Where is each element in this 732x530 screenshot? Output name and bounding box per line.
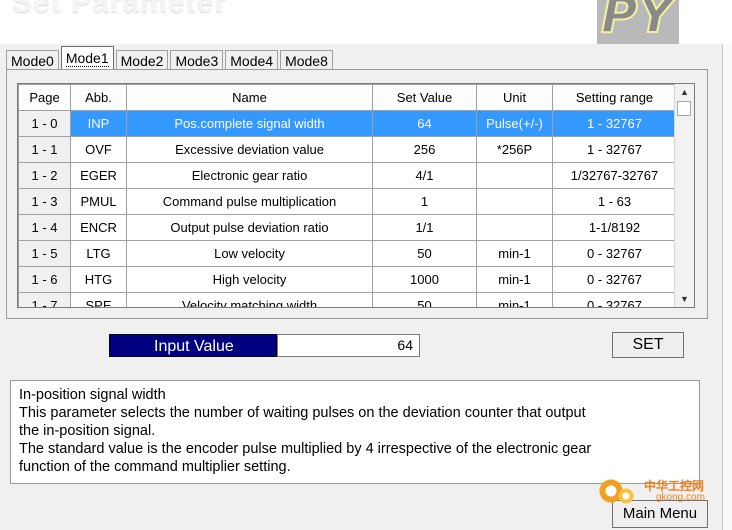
header-abb[interactable]: Abb. xyxy=(70,84,127,111)
tab-mode2[interactable]: Mode2 xyxy=(115,50,169,70)
cell-abb[interactable]: ENCR xyxy=(70,214,127,241)
input-value-field[interactable]: 64 xyxy=(277,334,420,357)
logo-text: PY xyxy=(600,0,675,44)
table-row[interactable]: 1 - 3 PMUL Command pulse multiplication 1 1 … xyxy=(18,188,677,215)
set-button[interactable]: SET xyxy=(612,332,684,358)
cell-name[interactable]: Electronic gear ratio xyxy=(126,162,373,189)
header-unit[interactable]: Unit xyxy=(476,84,553,111)
cell-name[interactable]: Pos.complete signal width xyxy=(126,110,373,137)
cell-name[interactable]: Command pulse multiplication xyxy=(126,188,373,215)
header-setting-range[interactable]: Setting range xyxy=(552,84,677,111)
grid-scrollbar[interactable]: ▲ ▼ xyxy=(674,84,694,307)
title-bar: Set Parameter PY xyxy=(0,0,732,44)
cell-setting-range[interactable]: 0 - 32767 xyxy=(552,266,677,293)
description-line: the in-position signal. xyxy=(19,423,156,439)
cell-set-value[interactable]: 1/1 xyxy=(372,214,477,241)
description-line: function of the command multiplier setti… xyxy=(19,459,291,475)
table-body: 1 - 0 INP Pos.complete signal width 64 Pulse… xyxy=(18,110,677,307)
cell-setting-range[interactable]: 1 - 63 xyxy=(552,188,677,215)
scroll-down-arrow-icon[interactable]: ▼ xyxy=(675,291,694,307)
cell-page[interactable]: 1 - 6 xyxy=(18,266,71,293)
tab-mode4[interactable]: Mode4 xyxy=(225,50,279,70)
cell-abb[interactable]: OVF xyxy=(70,136,127,163)
tab-mode1[interactable]: Mode1 xyxy=(60,46,114,70)
header-page[interactable]: Page xyxy=(18,84,71,111)
header-set-value[interactable]: Set Value xyxy=(372,84,477,111)
window-title: Set Parameter xyxy=(12,0,227,19)
cell-page[interactable]: 1 - 4 xyxy=(18,214,71,241)
cell-abb[interactable]: INP xyxy=(70,110,127,137)
cell-abb[interactable]: LTG xyxy=(70,240,127,267)
cell-set-value[interactable]: 256 xyxy=(372,136,477,163)
cell-abb[interactable]: PMUL xyxy=(70,188,127,215)
cell-set-value[interactable]: 50 xyxy=(372,292,477,307)
gear-icon xyxy=(618,488,634,504)
description-panel: In-position signal width This parameter … xyxy=(10,380,700,484)
header-name[interactable]: Name xyxy=(126,84,373,111)
cell-page[interactable]: 1 - 0 xyxy=(18,110,71,137)
table-row[interactable]: 1 - 7 SPE Velocity matching width 50 min-1 0 … xyxy=(18,292,677,307)
cell-set-value[interactable]: 64 xyxy=(372,110,477,137)
cell-set-value[interactable]: 4/1 xyxy=(372,162,477,189)
cell-name[interactable]: Excessive deviation value xyxy=(126,136,373,163)
cell-setting-range[interactable]: 1 - 32767 xyxy=(552,110,677,137)
parameter-grid: Page Abb. Name Set Value Unit Setting ra… xyxy=(17,83,695,308)
cell-setting-range[interactable]: 0 - 32767 xyxy=(552,240,677,267)
parameter-table: Page Abb. Name Set Value Unit Setting ra… xyxy=(18,84,677,307)
cell-set-value[interactable]: 1 xyxy=(372,188,477,215)
cell-unit[interactable] xyxy=(476,214,553,241)
parameter-panel: Page Abb. Name Set Value Unit Setting ra… xyxy=(6,69,708,319)
cell-abb[interactable]: HTG xyxy=(70,266,127,293)
cell-abb[interactable]: SPE xyxy=(70,292,127,307)
cell-unit[interactable]: min-1 xyxy=(476,292,553,307)
table-row[interactable]: 1 - 1 OVF Excessive deviation value 256 *256… xyxy=(18,136,677,163)
cell-setting-range[interactable]: 0 - 32767 xyxy=(552,292,677,307)
cell-page[interactable]: 1 - 3 xyxy=(18,188,71,215)
cell-unit[interactable]: min-1 xyxy=(476,266,553,293)
input-area: Input Value 64 SET xyxy=(6,322,708,370)
scroll-up-arrow-icon[interactable]: ▲ xyxy=(675,84,694,100)
cell-abb[interactable]: EGER xyxy=(70,162,127,189)
input-value-label: Input Value xyxy=(109,334,277,357)
cell-unit[interactable]: Pulse(+/-) xyxy=(476,110,553,137)
table-row[interactable]: 1 - 6 HTG High velocity 1000 min-1 0 - 32767 xyxy=(18,266,677,293)
tab-mode3[interactable]: Mode3 xyxy=(170,50,224,70)
cell-unit[interactable]: *256P xyxy=(476,136,553,163)
cell-name[interactable]: Velocity matching width xyxy=(126,292,373,307)
cell-unit[interactable] xyxy=(476,162,553,189)
cell-set-value[interactable]: 50 xyxy=(372,240,477,267)
watermark: 中华工控网 gkong.com xyxy=(598,476,722,508)
table-row[interactable]: 1 - 0 INP Pos.complete signal width 64 Pulse… xyxy=(18,110,677,137)
cell-setting-range[interactable]: 1-1/8192 xyxy=(552,214,677,241)
table-row[interactable]: 1 - 4 ENCR Output pulse deviation ratio 1/1… xyxy=(18,214,677,241)
mode-tabs: Mode0 Mode1 Mode2 Mode3 Mode4 Mode8 xyxy=(6,46,335,70)
cell-set-value[interactable]: 1000 xyxy=(372,266,477,293)
cell-name[interactable]: Output pulse deviation ratio xyxy=(126,214,373,241)
cell-setting-range[interactable]: 1/32767-32767 xyxy=(552,162,677,189)
tab-mode0[interactable]: Mode0 xyxy=(6,50,59,70)
description-line: The standard value is the encoder pulse … xyxy=(19,441,592,457)
cell-page[interactable]: 1 - 5 xyxy=(18,240,71,267)
description-line: In-position signal width xyxy=(19,387,166,403)
tab-mode8[interactable]: Mode8 xyxy=(280,50,333,70)
cell-setting-range[interactable]: 1 - 32767 xyxy=(552,136,677,163)
cell-page[interactable]: 1 - 2 xyxy=(18,162,71,189)
table-row[interactable]: 1 - 2 EGER Electronic gear ratio 4/1 1/32767… xyxy=(18,162,677,189)
cell-page[interactable]: 1 - 7 xyxy=(18,292,71,307)
watermark-url: gkong.com xyxy=(656,492,705,503)
scroll-thumb[interactable] xyxy=(677,101,691,116)
cell-name[interactable]: High velocity xyxy=(126,266,373,293)
table-header-row: Page Abb. Name Set Value Unit Setting ra… xyxy=(18,84,677,111)
cell-page[interactable]: 1 - 1 xyxy=(18,136,71,163)
table-row[interactable]: 1 - 5 LTG Low velocity 50 min-1 0 - 32767 xyxy=(18,240,677,267)
description-line: This parameter selects the number of wai… xyxy=(19,405,586,421)
cell-unit[interactable]: min-1 xyxy=(476,240,553,267)
logo: PY xyxy=(597,0,679,44)
right-edge-strip xyxy=(722,44,732,530)
cell-name[interactable]: Low velocity xyxy=(126,240,373,267)
cell-unit[interactable] xyxy=(476,188,553,215)
